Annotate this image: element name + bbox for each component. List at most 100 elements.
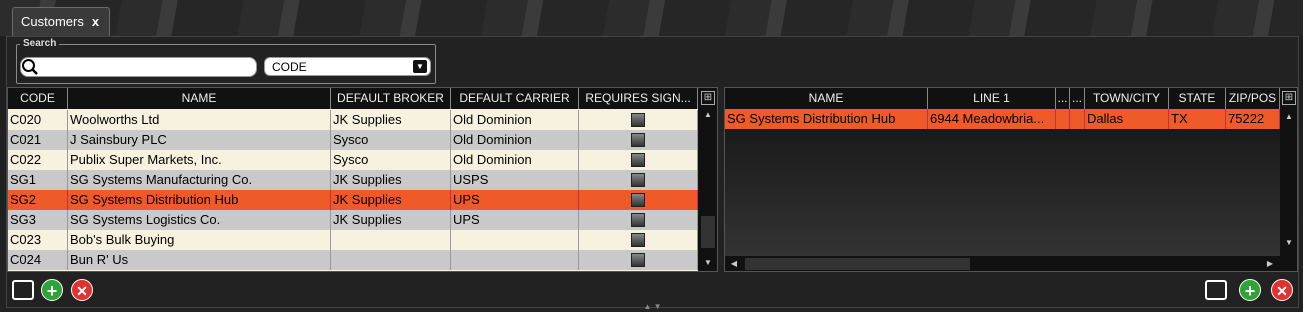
delete-button[interactable]: ✕ bbox=[71, 279, 93, 301]
table-cell: C020 bbox=[8, 110, 68, 130]
table-cell bbox=[451, 250, 579, 270]
address-cell: TX bbox=[1169, 109, 1226, 129]
scroll-down-icon[interactable]: ▼ bbox=[698, 258, 717, 267]
scroll-left-icon[interactable]: ◀ bbox=[729, 259, 739, 268]
export-icon[interactable] bbox=[12, 280, 34, 300]
search-legend: Search bbox=[20, 38, 60, 49]
table-cell: JK Supplies bbox=[331, 170, 451, 190]
address-column-header[interactable]: TOWN/CITY bbox=[1085, 88, 1169, 109]
table-cell: Bob's Bulk Buying bbox=[68, 230, 331, 250]
table-cell: C024 bbox=[8, 250, 68, 270]
table-cell: SG Systems Logistics Co. bbox=[68, 210, 331, 230]
table-cell: C023 bbox=[8, 230, 68, 250]
requires-signature-checkbox[interactable] bbox=[631, 253, 645, 267]
scroll-up-icon[interactable]: ▲ bbox=[698, 110, 717, 119]
address-cell: Dallas bbox=[1085, 109, 1169, 129]
add-button[interactable]: + bbox=[41, 279, 63, 301]
requires-signature-checkbox[interactable] bbox=[631, 193, 645, 207]
table-cell: Sysco bbox=[331, 150, 451, 170]
column-header[interactable]: DEFAULT BROKER bbox=[331, 88, 451, 109]
table-cell bbox=[331, 230, 451, 250]
address-column-header[interactable]: LINE 1 bbox=[928, 88, 1056, 109]
vertical-scrollbar[interactable]: ⊞ ▲ ▼ bbox=[698, 88, 717, 271]
scroll-right-icon[interactable]: ▶ bbox=[1265, 259, 1275, 268]
table-cell: JK Supplies bbox=[331, 190, 451, 210]
requires-signature-cell bbox=[579, 210, 698, 230]
requires-signature-cell bbox=[579, 190, 698, 210]
requires-signature-checkbox[interactable] bbox=[631, 153, 645, 167]
table-row[interactable]: SG3 SG Systems Logistics Co. JK Supplies UP… bbox=[8, 210, 698, 230]
address-column-header[interactable]: STATE bbox=[1169, 88, 1226, 109]
table-cell: Old Dominion bbox=[451, 110, 579, 130]
chevron-down-icon: ▼ bbox=[413, 60, 427, 73]
horizontal-scrollbar[interactable]: ◀ ▶ bbox=[725, 256, 1297, 271]
table-cell: UPS bbox=[451, 190, 579, 210]
requires-signature-cell bbox=[579, 110, 698, 130]
table-row[interactable]: C024 Bun R' Us bbox=[8, 250, 698, 270]
requires-signature-cell bbox=[579, 230, 698, 250]
column-header[interactable]: NAME bbox=[68, 88, 331, 109]
search-field-value: CODE bbox=[272, 60, 307, 74]
table-cell: Sysco bbox=[331, 130, 451, 150]
search-input[interactable] bbox=[20, 57, 257, 77]
table-cell: UPS bbox=[451, 210, 579, 230]
column-header[interactable]: CODE bbox=[8, 88, 68, 109]
address-column-header[interactable]: NAME bbox=[725, 88, 928, 109]
grid-menu-icon[interactable]: ⊞ bbox=[701, 91, 715, 105]
address-cell bbox=[1056, 109, 1070, 129]
requires-signature-cell bbox=[579, 150, 698, 170]
column-header[interactable]: REQUIRES SIGN... bbox=[579, 88, 698, 109]
table-row[interactable]: C020 Woolworths Ltd JK Supplies Old Dominio… bbox=[8, 110, 698, 130]
requires-signature-checkbox[interactable] bbox=[631, 133, 645, 147]
table-row[interactable]: C023 Bob's Bulk Buying bbox=[8, 230, 698, 250]
h-scroll-thumb[interactable] bbox=[745, 258, 970, 270]
tab-bar: Customers x bbox=[0, 0, 1303, 36]
table-row[interactable]: C022 Publix Super Markets, Inc. Sysco Old D… bbox=[8, 150, 698, 170]
addresses-grid: NAME LINE 1...... TOWN/CITY STATE ZIP/POS SG… bbox=[724, 87, 1298, 272]
table-cell: Bun R' Us bbox=[68, 250, 331, 270]
search-field-select[interactable]: CODE ▼ bbox=[264, 57, 431, 76]
column-header[interactable]: DEFAULT CARRIER bbox=[451, 88, 579, 109]
table-cell bbox=[451, 230, 579, 250]
requires-signature-cell bbox=[579, 250, 698, 270]
address-column-header[interactable]: ... bbox=[1070, 88, 1085, 109]
requires-signature-checkbox[interactable] bbox=[631, 233, 645, 247]
table-cell: SG3 bbox=[8, 210, 68, 230]
table-cell: JK Supplies bbox=[331, 210, 451, 230]
table-row[interactable]: C021 J Sainsbury PLC Sysco Old Dominion bbox=[8, 130, 698, 150]
app-window: { "tab": { "label": "Customers", "close"… bbox=[0, 0, 1303, 312]
table-cell bbox=[331, 250, 451, 270]
right-scroll-up-icon[interactable]: ▲ bbox=[1280, 112, 1297, 121]
address-column-header[interactable]: ZIP/POS bbox=[1226, 88, 1280, 109]
table-cell: Old Dominion bbox=[451, 130, 579, 150]
requires-signature-checkbox[interactable] bbox=[631, 213, 645, 227]
right-export-icon[interactable] bbox=[1205, 280, 1227, 300]
address-cell bbox=[1070, 109, 1085, 129]
address-cell: SG Systems Distribution Hub bbox=[725, 109, 928, 129]
table-row[interactable]: SG2 SG Systems Distribution Hub JK Supplie… bbox=[8, 190, 698, 210]
table-cell: SG Systems Distribution Hub bbox=[68, 190, 331, 210]
right-grid-menu-icon[interactable]: ⊞ bbox=[1282, 91, 1296, 105]
splitter-handle[interactable]: ▲ ▼ bbox=[560, 302, 745, 311]
requires-signature-checkbox[interactable] bbox=[631, 113, 645, 127]
table-cell: Old Dominion bbox=[451, 150, 579, 170]
table-row[interactable]: SG1 SG Systems Manufacturing Co. JK Suppli… bbox=[8, 170, 698, 190]
right-add-button[interactable]: + bbox=[1239, 279, 1261, 301]
address-row[interactable]: SG Systems Distribution Hub 6944 Meadowbr… bbox=[725, 109, 1280, 129]
requires-signature-cell bbox=[579, 130, 698, 150]
right-vertical-scrollbar[interactable]: ⊞ ▲ ▼ bbox=[1280, 88, 1297, 256]
requires-signature-checkbox[interactable] bbox=[631, 173, 645, 187]
table-cell: SG Systems Manufacturing Co. bbox=[68, 170, 331, 190]
right-delete-button[interactable]: ✕ bbox=[1271, 279, 1293, 301]
tab-label: Customers bbox=[21, 14, 84, 29]
right-scroll-down-icon[interactable]: ▼ bbox=[1280, 238, 1297, 247]
table-cell: SG1 bbox=[8, 170, 68, 190]
tab-close-icon[interactable]: x bbox=[92, 14, 99, 29]
tab-customers[interactable]: Customers x bbox=[12, 7, 110, 36]
customers-grid: CODE NAME DEFAULT BROKER DEFAULT CARRIER REQ… bbox=[7, 87, 718, 272]
empty-grid-area bbox=[725, 129, 1280, 256]
scroll-thumb[interactable] bbox=[701, 216, 715, 248]
table-cell: SG2 bbox=[8, 190, 68, 210]
table-cell: JK Supplies bbox=[331, 110, 451, 130]
address-column-header[interactable]: ... bbox=[1056, 88, 1070, 109]
